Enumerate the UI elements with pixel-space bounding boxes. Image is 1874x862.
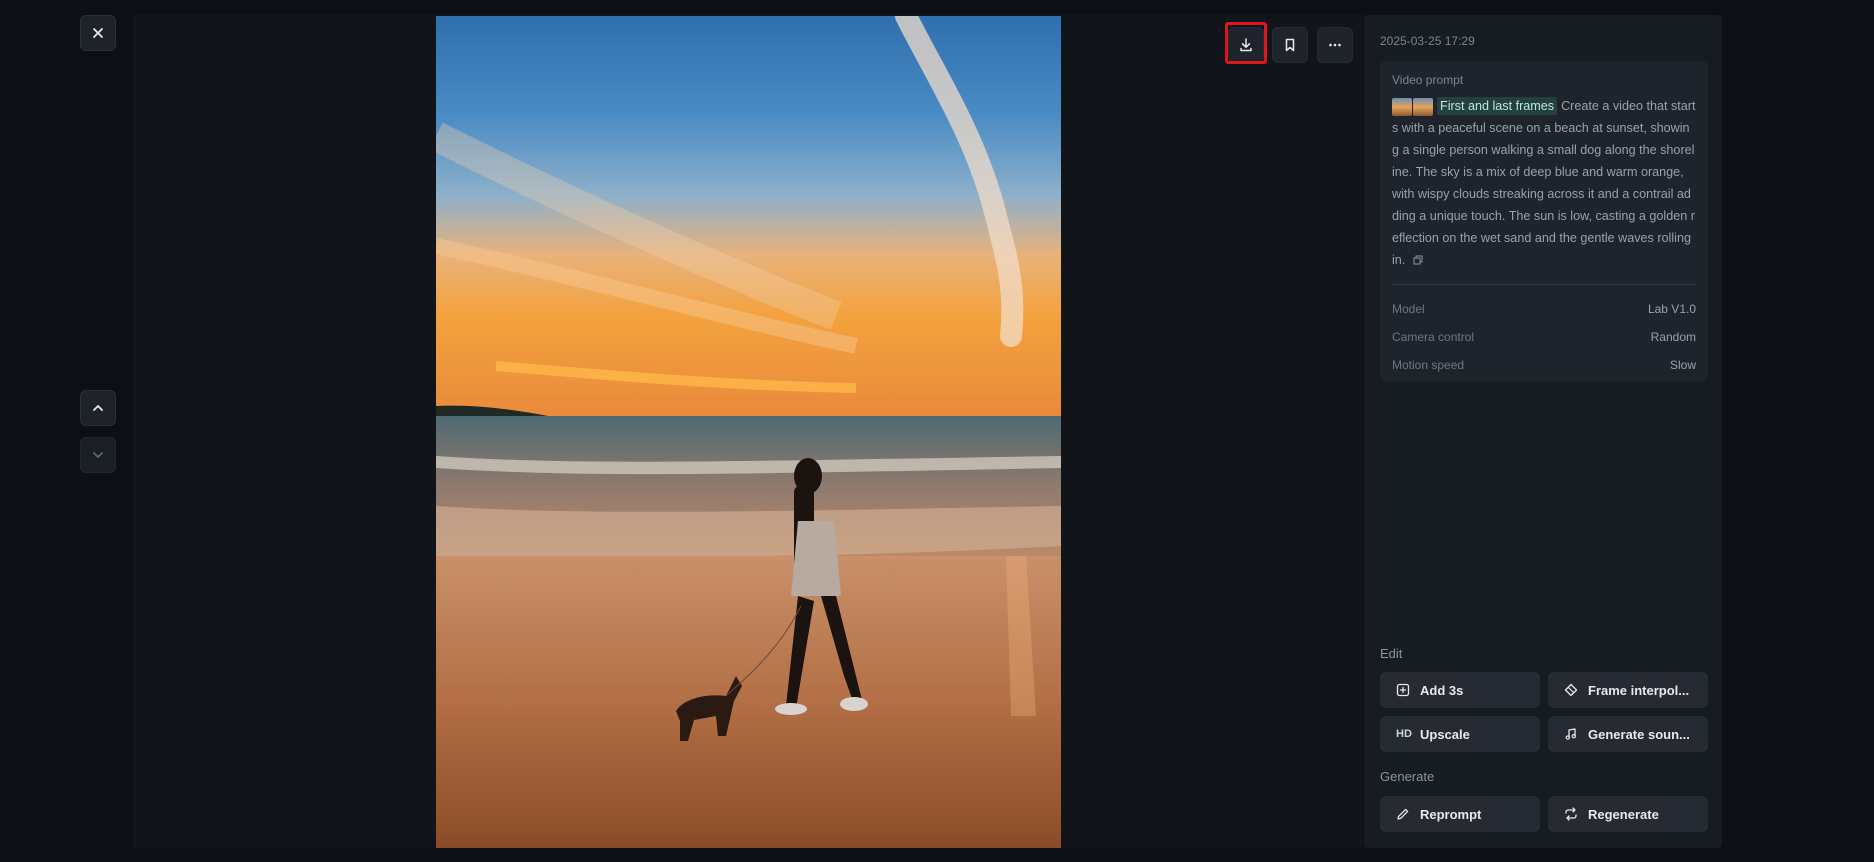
meta-value: Lab V1.0 [1647,301,1696,316]
hd-icon: HD [1396,728,1412,740]
meta-camera-control: Camera control Random [1392,323,1696,351]
prompt-label: Video prompt [1392,73,1464,87]
divider [1392,283,1696,285]
first-frame-thumbnail [1392,97,1412,116]
beach-sunset-image [436,16,1061,848]
reprompt-button[interactable]: Reprompt [1380,796,1540,832]
regenerate-label: Regenerate [1588,806,1659,822]
add-time-icon [1396,683,1410,697]
more-icon [1329,43,1341,47]
frame-interpolation-label: Frame interpol... [1588,682,1690,698]
bookmark-icon [1285,38,1295,52]
regenerate-button[interactable]: Regenerate [1548,796,1708,832]
left-rail [0,0,133,862]
bookmark-button[interactable] [1272,27,1308,63]
chevron-up-icon [93,405,103,411]
add-3s-button[interactable]: Add 3s [1380,672,1540,708]
frames-tag: First and last frames [1437,97,1558,115]
prompt-body: First and last frames Create a video that… [1392,95,1696,272]
chevron-down-icon [93,452,103,458]
generate-label: Generate [1380,769,1435,784]
meta-value: Random [1650,329,1696,344]
add-3s-label: Add 3s [1420,682,1464,698]
prompt-card: Video prompt First and last frames Create… [1380,61,1708,381]
close-button[interactable] [80,15,116,51]
previous-button[interactable] [80,390,116,426]
music-note-icon [1565,728,1576,740]
next-button[interactable] [80,437,116,473]
upscale-label: Upscale [1420,726,1470,742]
meta-key: Motion speed [1392,357,1465,372]
details-panel: 2025-03-25 17:29 Video prompt First and … [1364,15,1722,848]
reprompt-label: Reprompt [1420,806,1482,822]
pencil-icon [1397,808,1409,820]
generate-sound-label: Generate soun... [1588,726,1690,742]
close-icon [93,28,103,38]
meta-key: Model [1392,301,1425,316]
meta-motion-speed: Motion speed Slow [1392,351,1696,379]
meta-value: Slow [1669,357,1696,372]
last-frame-thumbnail [1413,97,1433,116]
regenerate-icon [1565,807,1577,821]
upscale-button[interactable]: HD Upscale [1380,716,1540,752]
generate-sound-button[interactable]: Generate soun... [1548,716,1708,752]
more-button[interactable] [1317,27,1353,63]
edit-label: Edit [1380,646,1403,661]
download-icon [1240,38,1252,52]
timestamp: 2025-03-25 17:29 [1380,34,1475,48]
generated-media [436,16,1061,848]
download-button[interactable] [1228,27,1264,63]
copy-icon[interactable] [1413,250,1423,272]
frame-interpolation-button[interactable]: Frame interpol... [1548,672,1708,708]
prompt-text: Create a video that starts with a peacef… [1392,99,1696,267]
diamond-icon [1564,683,1578,697]
meta-model: Model Lab V1.0 [1392,295,1696,323]
frame-thumbnails[interactable] [1392,97,1433,116]
meta-key: Camera control [1392,329,1475,344]
